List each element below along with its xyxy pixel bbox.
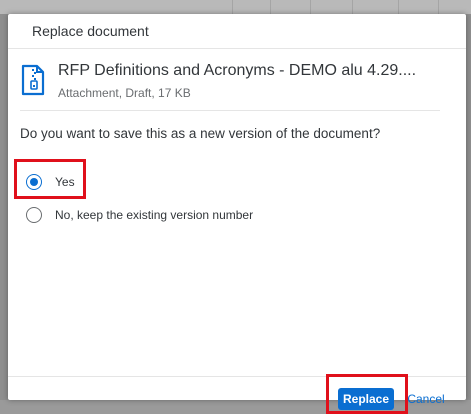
highlight-box-replace	[326, 374, 408, 414]
cancel-button[interactable]: Cancel	[404, 388, 448, 410]
dialog-header: Replace document	[8, 14, 466, 49]
backdrop-column-divider	[270, 0, 271, 14]
file-name: RFP Definitions and Acronyms - DEMO alu …	[58, 62, 417, 79]
backdrop-column-divider	[438, 0, 439, 14]
dialog-title: Replace document	[32, 23, 149, 39]
radio-label-no: No, keep the existing version number	[55, 208, 254, 222]
file-info: RFP Definitions and Acronyms - DEMO alu …	[20, 60, 440, 111]
zip-document-icon	[20, 64, 46, 96]
file-meta: Attachment, Draft, 17 KB	[58, 86, 191, 100]
version-question: Do you want to save this as a new versio…	[20, 126, 381, 141]
backdrop-column-divider	[352, 0, 353, 14]
backdrop-column-divider	[398, 0, 399, 14]
radio-button[interactable]	[26, 207, 42, 223]
highlight-box-yes	[14, 159, 86, 199]
replace-document-dialog: Replace document RFP Definitions and Acr…	[8, 14, 466, 414]
backdrop-column-divider	[232, 0, 233, 14]
radio-option-no[interactable]: No, keep the existing version number	[26, 207, 253, 223]
backdrop-column-divider	[310, 0, 311, 14]
